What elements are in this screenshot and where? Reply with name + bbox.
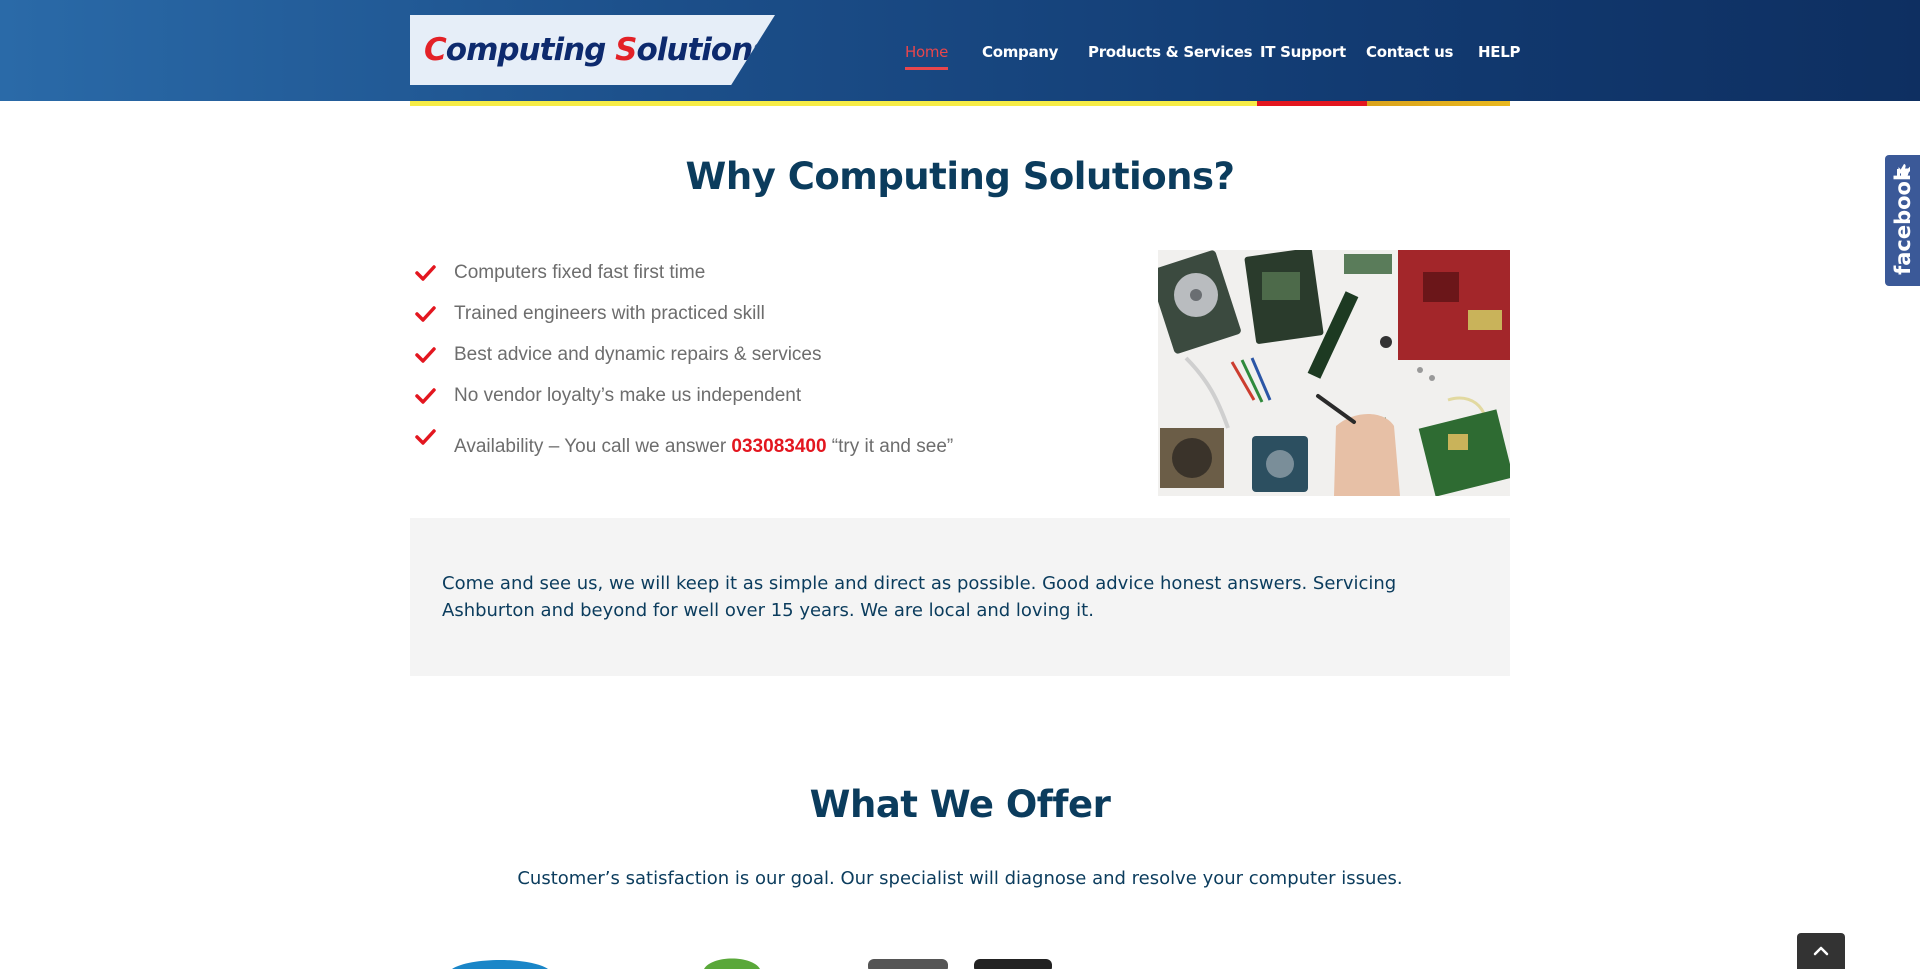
- nav-it-support[interactable]: IT Support: [1260, 43, 1346, 61]
- nav-help[interactable]: HELP: [1478, 43, 1520, 61]
- nav-company[interactable]: Company: [982, 43, 1058, 61]
- feature-item: Best advice and dynamic repairs & servic…: [414, 344, 822, 366]
- feature-text: No vendor loyalty’s make us independent: [454, 385, 802, 406]
- check-icon: [415, 388, 436, 404]
- offer-section-title: What We Offer: [809, 783, 1111, 826]
- nav-products-services[interactable]: Products & Services: [1088, 43, 1253, 61]
- facebook-label: facebook: [1890, 166, 1915, 275]
- info-text: Come and see us, we will keep it as simp…: [442, 573, 1397, 621]
- site-header: Computing Solutions Home Company Product…: [0, 0, 1920, 101]
- check-icon: [415, 265, 436, 281]
- feature-item: Availability – You call we answer 033083…: [414, 426, 953, 458]
- feature-text: Best advice and dynamic repairs & servic…: [454, 344, 822, 365]
- feature-item: Computers fixed fast first time: [414, 262, 705, 284]
- offer-icons-peek: [452, 958, 1052, 969]
- feature-text: Trained engineers with practiced skill: [454, 303, 765, 324]
- scroll-to-top-button[interactable]: [1797, 933, 1845, 969]
- nav-home[interactable]: Home: [905, 43, 948, 70]
- header-color-strip: [410, 101, 1510, 106]
- chevron-up-icon: [1813, 946, 1829, 956]
- feature-item: Trained engineers with practiced skill: [414, 303, 765, 325]
- logo-text: Computing Solutions: [424, 32, 771, 68]
- feature-text: Availability – You call we answer 033083…: [454, 436, 954, 457]
- feature-item: No vendor loyalty’s make us independent: [414, 385, 801, 407]
- check-icon: [415, 306, 436, 322]
- computer-parts-photo: [1158, 250, 1510, 496]
- check-icon: [415, 429, 436, 445]
- site-logo[interactable]: Computing Solutions: [410, 15, 775, 85]
- offer-subtitle: Customer’s satisfaction is our goal. Our…: [517, 868, 1403, 889]
- feature-text: Computers fixed fast first time: [454, 262, 706, 283]
- check-icon: [415, 347, 436, 363]
- photo-illustration: [1158, 250, 1510, 496]
- info-box: Come and see us, we will keep it as simp…: [410, 518, 1510, 676]
- offer-icons-row: [0, 955, 1920, 969]
- facebook-side-tab[interactable]: facebook: [1885, 155, 1920, 286]
- nav-contact-us[interactable]: Contact us: [1366, 43, 1453, 61]
- why-section-title: Why Computing Solutions?: [685, 155, 1235, 198]
- phone-number-link[interactable]: 033083400: [731, 436, 826, 457]
